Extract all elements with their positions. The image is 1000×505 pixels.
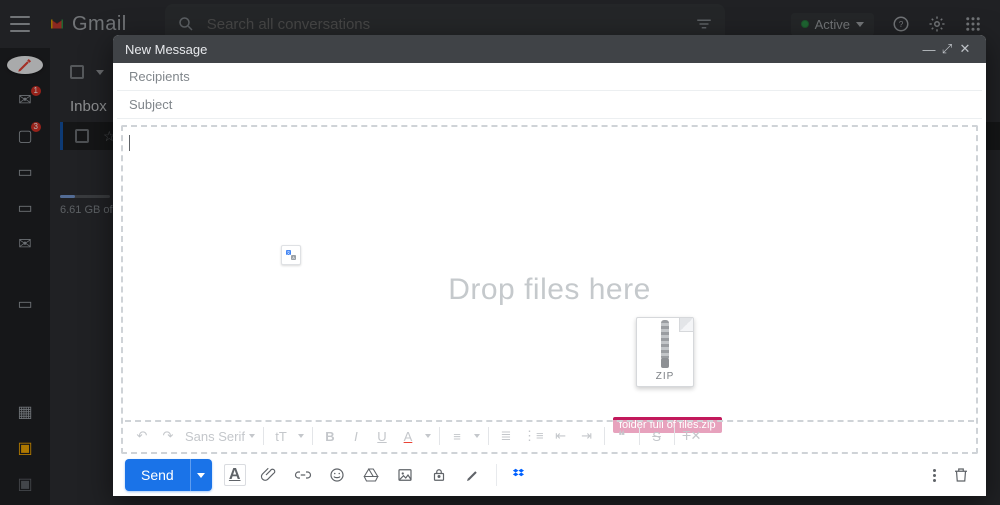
indent-less-button[interactable]: ⇤ [552, 428, 570, 444]
insert-drive-button[interactable] [360, 464, 382, 486]
document-rail-icon[interactable]: ▭ [15, 162, 35, 182]
dropbox-icon [511, 466, 529, 484]
status-pill[interactable]: Active [791, 13, 874, 36]
svg-text:文: 文 [287, 250, 291, 255]
document2-rail-icon[interactable]: ▭ [15, 198, 35, 218]
svg-text:?: ? [899, 20, 904, 29]
row-checkbox[interactable] [75, 129, 89, 143]
help-icon[interactable]: ? [892, 15, 910, 33]
formatting-toggle-button[interactable]: A [224, 464, 246, 486]
discard-draft-button[interactable] [950, 464, 972, 486]
recipients-field[interactable]: Recipients [117, 63, 982, 91]
envelope-rail-icon[interactable]: ✉ [15, 234, 35, 254]
formatting-toolbar: ↶ ↷ Sans Serif tT B I U A ≡ ≣ ⋮≡ ⇤ ⇥ ❝ [125, 420, 974, 450]
undo-button[interactable]: ↶ [133, 428, 151, 444]
compose-fab[interactable] [7, 56, 43, 74]
link-icon [294, 466, 312, 484]
storage-meter: 6.61 GB of [60, 195, 113, 216]
send-button[interactable]: Send [125, 467, 190, 483]
left-rail: ✉1 ▢3 ▭ ▭ ✉ ▭ ▦ ▣ ▣ ▭ ＋ [0, 48, 50, 505]
status-label: Active [815, 17, 850, 32]
lock-clock-icon [430, 466, 448, 484]
trash-icon [952, 466, 970, 484]
recipients-label: Recipients [129, 69, 190, 84]
pen-icon [464, 466, 482, 484]
gmail-logo[interactable]: Gmail [48, 13, 127, 36]
storage-text: 6.61 GB of [60, 204, 113, 216]
font-family-select[interactable]: Sans Serif [185, 429, 255, 444]
mail-rail-icon[interactable]: ✉1 [15, 90, 35, 110]
status-dot-icon [801, 20, 809, 28]
insert-emoji-button[interactable] [326, 464, 348, 486]
gmail-word: Gmail [72, 13, 127, 36]
remove-formatting-button[interactable]: T✕ [683, 428, 702, 444]
gmail-icon [48, 15, 66, 33]
confidential-mode-button[interactable] [428, 464, 450, 486]
unordered-list-button[interactable]: ⋮≡ [523, 428, 544, 444]
search-input[interactable] [207, 16, 683, 33]
send-button-group: Send [125, 459, 212, 491]
main-menu-button[interactable] [8, 12, 32, 36]
redo-button[interactable]: ↷ [159, 428, 177, 444]
subject-field[interactable]: Subject [117, 91, 982, 119]
chevron-down-icon [298, 434, 304, 438]
chevron-down-icon [856, 22, 864, 27]
close-button[interactable]: ✕ [956, 41, 974, 57]
insert-photo-button[interactable] [394, 464, 416, 486]
quote-button[interactable]: ❝ [613, 428, 631, 444]
search-options-icon[interactable] [695, 15, 713, 33]
pencil-icon [16, 56, 34, 74]
fullscreen-button[interactable]: ⤢ [938, 41, 956, 57]
compose-titlebar[interactable]: New Message — ⤢ ✕ [113, 35, 986, 63]
font-family-label: Sans Serif [185, 429, 245, 444]
text-color-button[interactable]: A [399, 429, 417, 444]
italic-button[interactable]: I [347, 429, 365, 444]
dropbox-button[interactable] [509, 464, 531, 486]
chevron-down-icon [249, 434, 255, 438]
drive-icon [362, 466, 380, 484]
translate-icon[interactable]: 文A [281, 245, 301, 265]
strikethrough-button[interactable]: S [648, 429, 666, 444]
compose-body-dropzone[interactable]: Drop files here 文A ZIP folder full of fi… [121, 125, 978, 454]
insert-link-button[interactable] [292, 464, 314, 486]
chevron-down-icon [474, 434, 480, 438]
send-options-button[interactable] [190, 459, 212, 491]
photo-icon [396, 466, 414, 484]
app-rail-icon-2[interactable]: ▣ [15, 474, 35, 494]
chat-rail-icon[interactable]: ▢3 [15, 126, 35, 146]
align-button[interactable]: ≡ [448, 429, 466, 444]
compose-action-bar: Send A [113, 454, 986, 496]
text-caret [129, 135, 130, 151]
bold-button[interactable]: B [321, 429, 339, 444]
search-icon [177, 15, 195, 33]
file-ext-label: ZIP [637, 371, 693, 382]
paperclip-icon [260, 466, 278, 484]
compose-title-text: New Message [125, 42, 207, 57]
chevron-down-icon [425, 434, 431, 438]
settings-gear-icon[interactable] [928, 15, 946, 33]
indent-more-button[interactable]: ⇥ [578, 428, 596, 444]
drop-hint-text: Drop files here [448, 273, 651, 307]
spaces-rail-icon[interactable]: ▦ [15, 402, 35, 422]
insert-signature-button[interactable] [462, 464, 484, 486]
ordered-list-button[interactable]: ≣ [497, 428, 515, 444]
apps-grid-icon[interactable] [964, 15, 982, 33]
underline-button[interactable]: U [373, 429, 391, 444]
subject-label: Subject [129, 97, 172, 112]
nav-inbox[interactable]: Inbox [50, 48, 120, 115]
dragged-file[interactable]: ZIP [633, 317, 697, 387]
chat-bubble-icon[interactable]: ▭ [15, 294, 35, 314]
minimize-button[interactable]: — [920, 42, 938, 57]
attach-file-button[interactable] [258, 464, 280, 486]
compose-window: New Message — ⤢ ✕ Recipients Subject Dro… [113, 35, 986, 496]
more-options-button[interactable] [933, 469, 936, 482]
app-rail-icon-1[interactable]: ▣ [15, 438, 35, 458]
font-size-button[interactable]: tT [272, 429, 290, 444]
emoji-icon [328, 466, 346, 484]
